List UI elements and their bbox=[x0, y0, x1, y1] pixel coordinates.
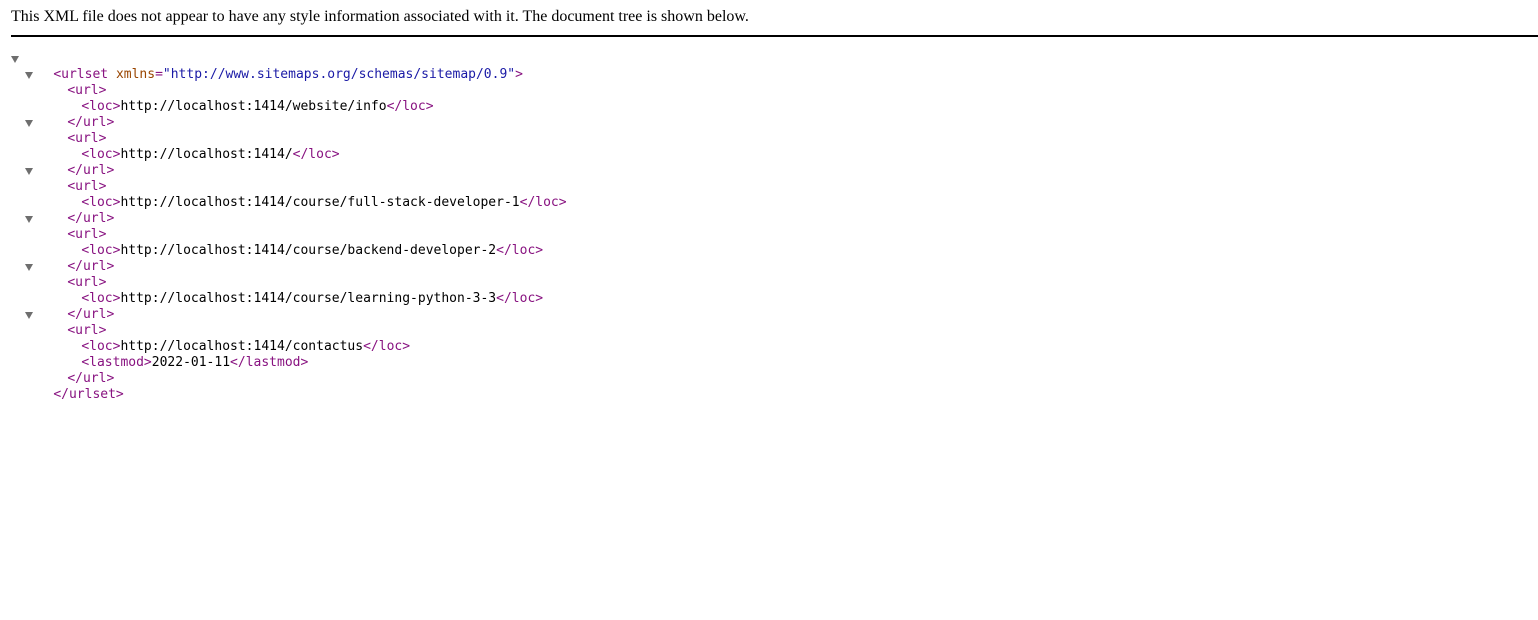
url-open-line: <url> bbox=[0, 211, 567, 242]
loc-line: <loc>http://localhost:1414/website/info<… bbox=[0, 83, 567, 114]
collapse-toggle-icon[interactable] bbox=[25, 72, 33, 79]
url-open-line: <url> bbox=[0, 163, 567, 194]
url-close-line: </url> bbox=[0, 99, 567, 130]
collapse-toggle-icon[interactable] bbox=[25, 168, 33, 175]
loc-line: <loc>http://localhost:1414/course/full-s… bbox=[0, 179, 566, 210]
url-close-line: </url> bbox=[0, 195, 567, 226]
collapse-toggle-icon[interactable] bbox=[11, 56, 19, 63]
urlset-close-line: </urlset> bbox=[0, 371, 567, 402]
loc-line: <loc>http://localhost:1414/course/backen… bbox=[0, 227, 567, 258]
url-open-line: <url> bbox=[0, 307, 567, 338]
url-close-line: </url> bbox=[0, 243, 567, 274]
loc-line: <loc>http://localhost:1414/</loc> bbox=[0, 131, 567, 162]
urlset-close-tag: </urlset> bbox=[53, 387, 124, 402]
xml-document-tree: <urlset xmlns="http://www.sitemaps.org/s… bbox=[0, 51, 567, 402]
lastmod-line: <lastmod>2022-01-11</lastmod> bbox=[0, 339, 567, 370]
collapse-toggle-icon[interactable] bbox=[25, 216, 33, 223]
xml-style-notice: This XML file does not appear to have an… bbox=[11, 8, 749, 25]
loc-line: <loc>http://localhost:1414/course/learni… bbox=[0, 275, 567, 306]
collapse-toggle-icon[interactable] bbox=[25, 120, 33, 127]
url-close-line: </url> bbox=[0, 291, 567, 322]
url-close-line: </url> bbox=[0, 355, 567, 386]
url-close-line: </url> bbox=[0, 147, 567, 178]
url-open-line: <url> bbox=[0, 259, 567, 290]
collapse-toggle-icon[interactable] bbox=[25, 312, 33, 319]
urlset-open-line: <urlset xmlns="http://www.sitemaps.org/s… bbox=[0, 51, 567, 82]
header-divider bbox=[11, 35, 1538, 37]
url-open-line: <url> bbox=[0, 115, 567, 146]
loc-line: <loc>http://localhost:1414/contactus</lo… bbox=[0, 323, 567, 354]
collapse-toggle-icon[interactable] bbox=[25, 264, 33, 271]
url-open-line: <url> bbox=[0, 67, 567, 98]
